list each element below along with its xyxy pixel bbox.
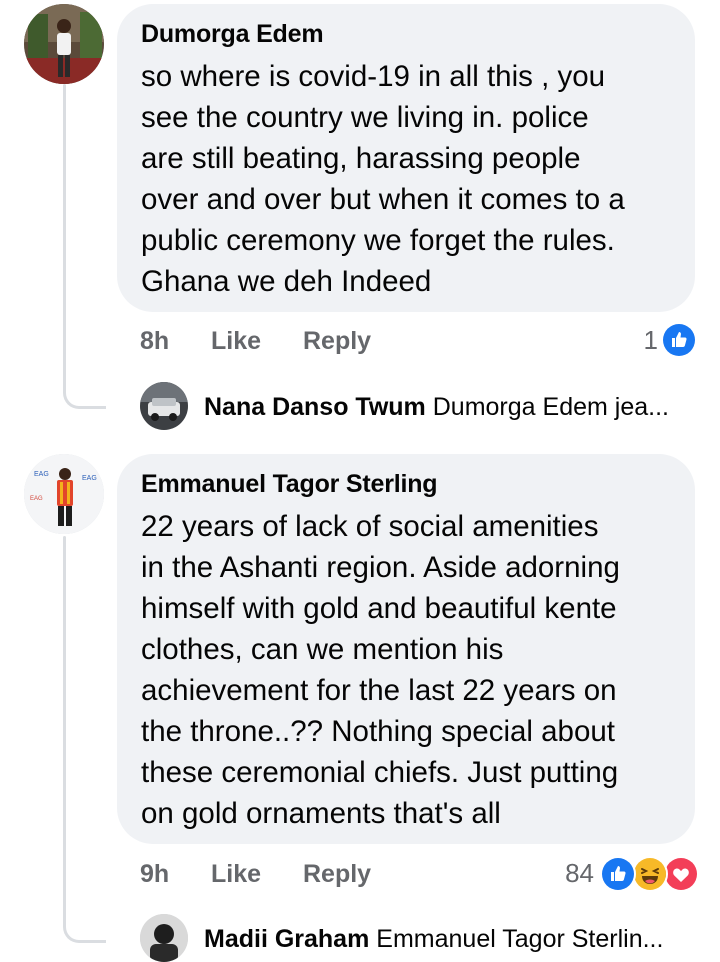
reaction-count[interactable]: 1 bbox=[600, 325, 658, 356]
like-icon[interactable] bbox=[600, 856, 636, 892]
comment-author[interactable]: Dumorga Edem bbox=[141, 20, 324, 49]
profile-photo-icon bbox=[140, 382, 188, 430]
reply-button[interactable]: Reply bbox=[303, 327, 371, 356]
comment-bubble[interactable]: Emmanuel Tagor Sterling 22 years of lack… bbox=[117, 454, 695, 844]
comment-text: so where is covid-19 in all this , you s… bbox=[141, 60, 625, 298]
reply-author[interactable]: Madii Graham bbox=[204, 925, 369, 953]
reply-connector bbox=[63, 904, 106, 943]
profile-photo-icon bbox=[24, 4, 104, 84]
comment-bubble[interactable]: Dumorga Edem so where is covid-19 in all… bbox=[117, 4, 695, 312]
like-button[interactable]: Like bbox=[211, 327, 261, 356]
reply-button[interactable]: Reply bbox=[303, 860, 371, 889]
haha-icon[interactable] bbox=[632, 856, 668, 892]
reply-avatar[interactable] bbox=[140, 382, 188, 430]
reply-snippet: Emmanuel Tagor Sterlin... bbox=[376, 925, 664, 953]
thread-line bbox=[63, 84, 66, 384]
like-button[interactable]: Like bbox=[211, 860, 261, 889]
svg-text:EAG: EAG bbox=[30, 496, 43, 502]
profile-photo-icon bbox=[140, 914, 188, 962]
svg-text:EAG: EAG bbox=[34, 471, 49, 478]
comment-text: 22 years of lack of social amenities in … bbox=[141, 510, 620, 830]
comment-timestamp[interactable]: 8h bbox=[140, 327, 169, 356]
reply-snippet: Dumorga Edem jea... bbox=[432, 393, 669, 421]
comment-author[interactable]: Emmanuel Tagor Sterling bbox=[141, 470, 438, 499]
svg-text:EAG: EAG bbox=[82, 475, 97, 482]
like-icon[interactable] bbox=[661, 322, 697, 358]
avatar[interactable]: EAG EAG EAG bbox=[24, 454, 104, 534]
profile-photo-icon: EAG EAG EAG bbox=[24, 454, 104, 534]
thread-line bbox=[63, 536, 66, 920]
reply-connector bbox=[63, 370, 106, 409]
love-icon[interactable] bbox=[663, 856, 699, 892]
reply-avatar[interactable] bbox=[140, 914, 188, 962]
reaction-count[interactable]: 84 bbox=[540, 858, 594, 889]
reply-author[interactable]: Nana Danso Twum bbox=[204, 393, 426, 421]
comment-timestamp[interactable]: 9h bbox=[140, 860, 169, 889]
avatar[interactable] bbox=[24, 4, 104, 84]
comment-thread: Dumorga Edem so where is covid-19 in all… bbox=[0, 0, 720, 962]
